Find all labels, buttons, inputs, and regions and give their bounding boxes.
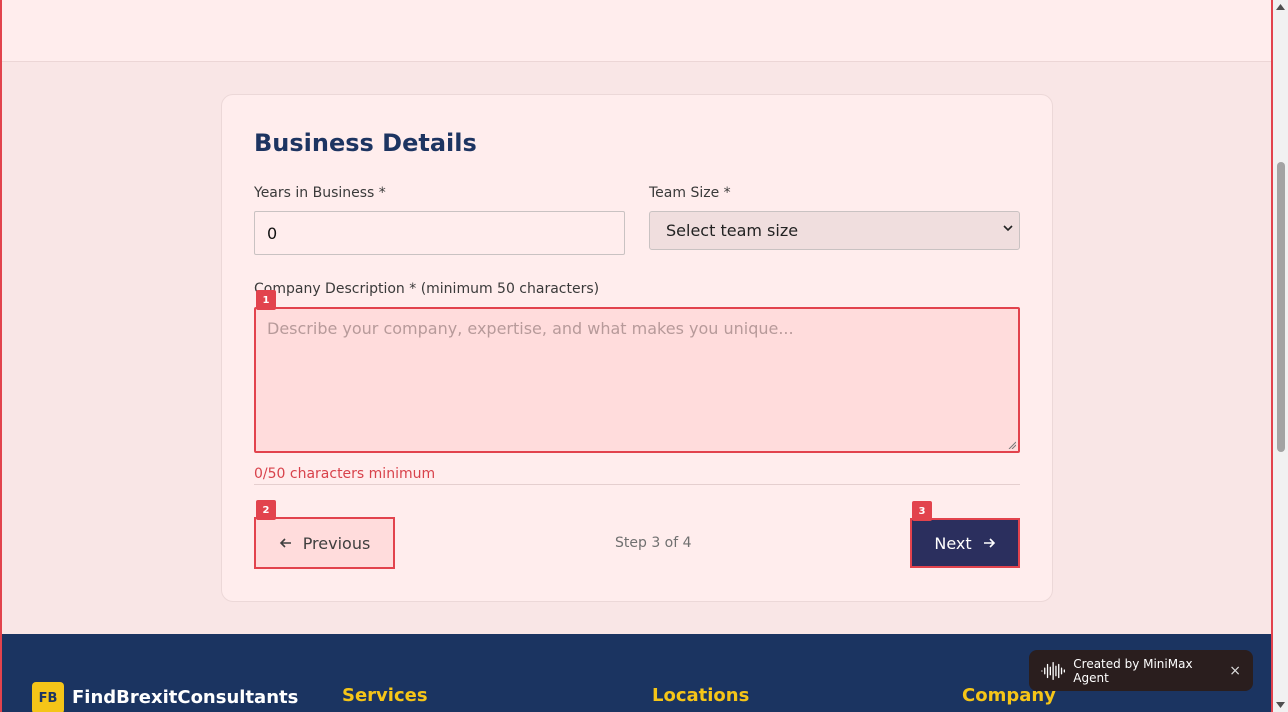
annotation-badge-1: 1: [256, 290, 276, 310]
scroll-up-icon[interactable]: [1276, 4, 1285, 10]
footer-heading-locations: Locations: [652, 685, 750, 706]
header-band: [0, 0, 1273, 62]
description-label: Company Description * (minimum 50 charac…: [254, 281, 600, 297]
previous-label: Previous: [302, 533, 371, 553]
next-button[interactable]: Next: [910, 518, 1020, 568]
annotation-badge-3: 3: [912, 501, 932, 521]
description-placeholder: Describe your company, expertise, and wh…: [267, 319, 794, 338]
next-label: Next: [934, 533, 972, 553]
logo-badge[interactable]: FB: [32, 682, 64, 712]
business-details-card: Business Details Years in Business * Tea…: [221, 94, 1053, 602]
waveform-icon: [1041, 661, 1065, 680]
close-icon[interactable]: ×: [1229, 663, 1241, 679]
arrow-left-icon: [279, 538, 291, 548]
resize-handle-icon[interactable]: [1008, 441, 1016, 449]
team-size-label: Team Size *: [649, 185, 731, 201]
scroll-thumb[interactable]: [1277, 162, 1285, 452]
years-in-business-input[interactable]: [254, 211, 625, 255]
scroll-down-icon[interactable]: [1276, 702, 1285, 708]
minimax-toast[interactable]: Created by MiniMax Agent ×: [1029, 650, 1253, 691]
divider: [254, 484, 1020, 485]
years-label: Years in Business *: [254, 185, 386, 201]
company-description-textarea[interactable]: Describe your company, expertise, and wh…: [254, 307, 1020, 453]
section-title: Business Details: [254, 129, 477, 157]
step-indicator: Step 3 of 4: [615, 535, 692, 551]
char-count-error: 0/50 characters minimum: [254, 466, 436, 482]
scrollbar[interactable]: [1273, 0, 1288, 712]
chevron-down-icon: [1003, 225, 1013, 232]
footer-heading-services: Services: [342, 685, 428, 706]
toast-label: Created by MiniMax Agent: [1073, 656, 1193, 685]
arrow-right-icon: [983, 538, 995, 548]
team-size-select[interactable]: Select team size: [649, 211, 1020, 250]
footer-brand[interactable]: FindBrexitConsultants: [72, 687, 298, 708]
previous-button[interactable]: Previous: [254, 517, 395, 569]
team-size-selected: Select team size: [666, 221, 799, 240]
annotation-badge-2: 2: [256, 500, 276, 520]
